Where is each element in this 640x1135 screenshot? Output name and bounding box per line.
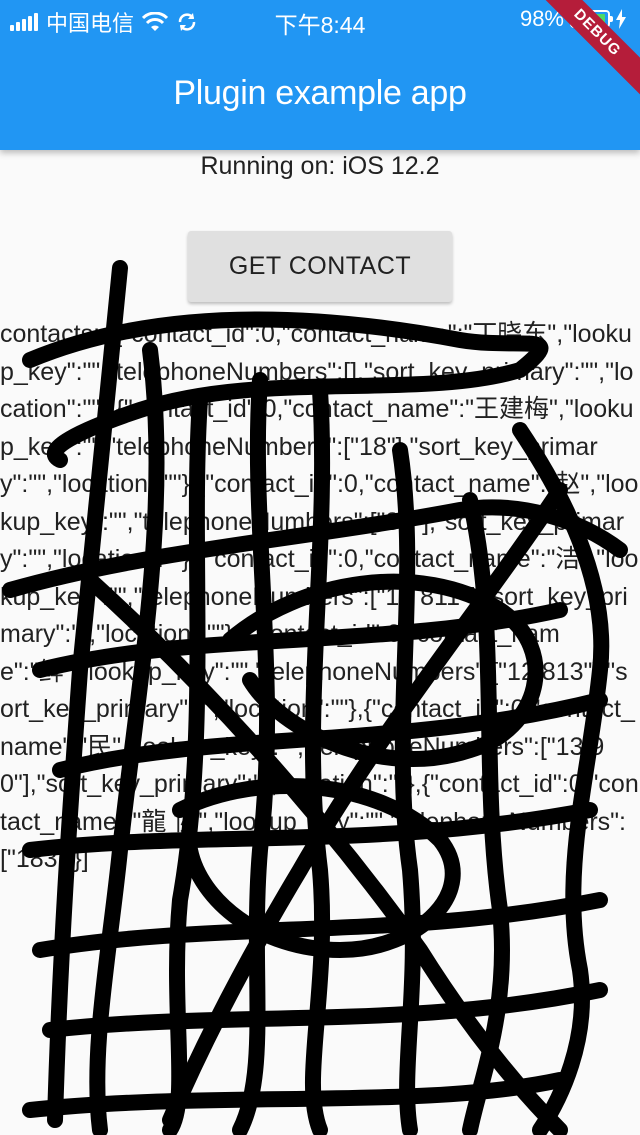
charging-icon [616,9,626,29]
get-contact-button[interactable]: GET CONTACT [188,231,452,302]
contacts-output-text: contacts: [{"contact_id":0,"contact_name… [0,320,639,873]
platform-version-text: Running on: iOS 12.2 [200,152,440,180]
status-bar: 中国电信 下午8:44 98% [0,0,640,40]
app-bar: 中国电信 下午8:44 98% Plugin example app DEBUG [0,0,640,150]
app-title: Plugin example app [173,74,467,112]
